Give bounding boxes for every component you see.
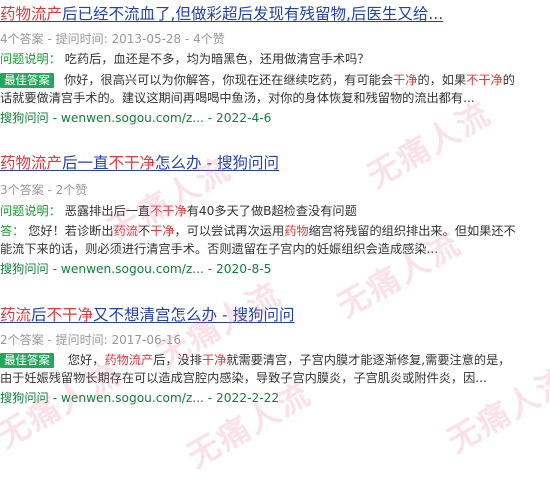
text-segment: 缩宫将残留的组织排出来。但如果还不	[308, 224, 516, 238]
search-result: 药物流产后一直不干净怎么办 - 搜狗问问 3个答案 - 2个赞 问题说明： 恶露…	[0, 153, 550, 278]
text-segment: 您好！若诊断出	[24, 224, 114, 238]
answer-label: 答：	[0, 224, 25, 238]
text-segment: ，可以尝试再次运用	[174, 224, 285, 238]
result-source-link[interactable]: 搜狗问问 - wenwen.sogou.com/z... - 2022-4-6	[0, 109, 550, 127]
text-segment: 后，没排	[153, 353, 202, 367]
highlighted-keyword: 干净	[150, 224, 175, 238]
highlighted-keyword: 干净	[201, 353, 227, 367]
highlighted-keyword: 不干净	[466, 73, 503, 87]
text-segment: 您好，	[64, 353, 105, 367]
highlighted-keyword: 不干净	[46, 306, 94, 324]
answer-snippet-line2: 由于妊娠残留物长期存在可以造成宫腔内感染，导致子宫内膜炎，子宫肌炎或附件炎，因.…	[0, 371, 487, 385]
highlighted-keyword: 药物流产	[0, 154, 63, 172]
result-title-link[interactable]: 药物流产后已经不流血了,但做彩超后发现有残留物,后医生又给...	[0, 4, 550, 24]
text-segment: 后一直	[62, 154, 109, 172]
answer-snippet-line1: 你好，很高兴可以为你解答，你现在还在继续吃药，有可能会干净的，如果不干净的	[64, 73, 515, 87]
result-meta: 2个答案 - 提问时间: 2017-06-16	[0, 333, 182, 347]
text-segment: 不	[137, 224, 151, 238]
question-description: 问题说明： 恶露排出后一直不干净有40多天了做B超检查没有问题	[0, 202, 550, 220]
highlighted-keyword: 药物流产	[0, 5, 63, 23]
answer-snippet-line1: 答： 您好！若诊断出药流不干净，可以尝试再次运用药物缩宫将残留的组织排出来。但如…	[0, 222, 550, 240]
best-answer-badge: 最佳答案	[0, 73, 54, 88]
answer-snippet-text: 您好！若诊断出药流不干净，可以尝试再次运用药物缩宫将残留的组织排出来。但如果还不	[24, 224, 516, 238]
question-label: 问题说明：	[0, 204, 61, 218]
question-label: 问题说明：	[0, 52, 61, 66]
highlighted-keyword: 药物	[284, 224, 309, 238]
result-meta: 3个答案 - 2个赞	[0, 183, 88, 197]
highlighted-keyword: 干净	[393, 73, 418, 87]
highlighted-keyword: 药流	[113, 224, 138, 238]
search-result: 药物流产后已经不流血了,但做彩超后发现有残留物,后医生又给... 4个答案 - …	[0, 4, 550, 127]
text-segment: 后	[31, 306, 47, 324]
highlighted-keyword: 药物流产	[104, 353, 154, 367]
result-meta: 4个答案 - 提问时间: 2013-05-28 - 4个赞	[0, 32, 225, 46]
result-source-link[interactable]: 搜狗问问 - wenwen.sogou.com/z... - 2020-8-5	[0, 260, 550, 278]
best-answer-line: 最佳答案 你好，很高兴可以为你解答，你现在还在继续吃药，有可能会干净的，如果不干净…	[0, 71, 550, 89]
question-description: 问题说明： 吃药后，血还是不多，均为暗黑色，还用做清宫手术吗？	[0, 50, 550, 68]
result-title-link[interactable]: 药物流产后一直不干净怎么办 - 搜狗问问	[0, 153, 550, 173]
result-title-link[interactable]: 药流后不干净又不想清宫怎么办 - 搜狗问问	[0, 305, 550, 325]
search-result: 药流后不干净又不想清宫怎么办 - 搜狗问问 2个答案 - 提问时间: 2017-…	[0, 305, 550, 407]
text-segment: 后已经不流血了,但做彩超后发现有残留物,后医生又给...	[62, 5, 444, 23]
highlighted-keyword: 不干净	[108, 154, 156, 172]
text-segment: 又不想清宫怎么办 - 搜狗问问	[93, 306, 295, 324]
answer-snippet-line1: 您好，药物流产后，没排干净就需要清宫，子宫内膜才能逐渐修复,需要注意的是，	[64, 353, 511, 367]
text-segment: 怎么办 - 搜狗问问	[155, 154, 279, 172]
highlighted-keyword: 不干净	[150, 204, 187, 218]
highlighted-keyword: 药流	[0, 306, 32, 324]
question-text: 恶露排出后一直不干净有40多天了做B超检查没有问题	[61, 204, 357, 218]
text-segment: 有40多天了做B超检查没有问题	[186, 204, 357, 218]
result-source-link[interactable]: 搜狗问问 - wenwen.sogou.com/z... - 2022-2-22	[0, 389, 550, 407]
text-segment: 就需要清宫，子宫内膜才能逐渐修复,需要注意的是，	[226, 353, 511, 367]
text-segment: 的	[502, 73, 515, 87]
text-segment: 恶露排出后一直	[60, 204, 151, 218]
answer-snippet-line2: 话就要做清宫手术的。建议这期间再喝喝中鱼汤，对你的身体恢复和残留物的流出都有..…	[0, 91, 475, 105]
best-answer-line: 最佳答案 您好，药物流产后，没排干净就需要清宫，子宫内膜才能逐渐修复,需要注意的…	[0, 351, 550, 369]
best-answer-badge: 最佳答案	[0, 353, 54, 368]
text-segment: 的，如果	[417, 73, 467, 87]
answer-snippet-line2: 能流下来的话，则必须进行清宫手术。否则遗留在子宫内的妊娠组织会造成感染...	[0, 242, 439, 256]
question-text: 吃药后，血还是不多，均为暗黑色，还用做清宫手术吗？	[60, 52, 370, 66]
text-segment: 你好，很高兴可以为你解答，你现在还在继续吃药，有可能会	[64, 73, 394, 87]
